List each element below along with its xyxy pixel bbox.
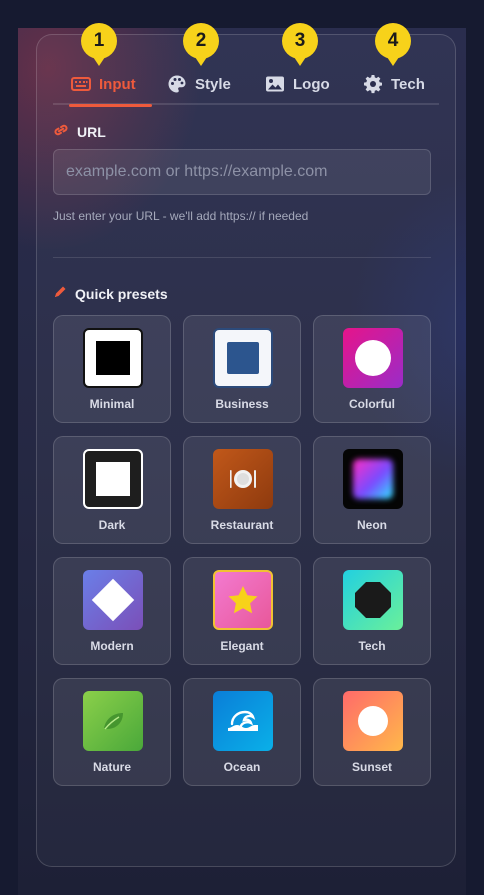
step-badge-2: 2 <box>183 23 219 66</box>
sunset-preset-icon <box>343 691 403 751</box>
tab-input-label: Input <box>99 75 136 93</box>
restaurant-preset-icon <box>213 449 273 509</box>
preset-elegant[interactable]: Elegant <box>183 557 301 665</box>
gear-icon <box>363 74 383 94</box>
preset-ocean[interactable]: Ocean <box>183 678 301 786</box>
url-input[interactable] <box>53 149 431 195</box>
preset-modern[interactable]: Modern <box>53 557 171 665</box>
tab-logo[interactable]: Logo <box>265 63 330 105</box>
tab-tech-label: Tech <box>391 75 425 93</box>
palette-icon <box>167 74 187 94</box>
pencil-icon <box>53 285 67 302</box>
ocean-preset-icon <box>213 691 273 751</box>
step-badge-1: 1 <box>81 23 117 66</box>
step-badge-3: 3 <box>282 23 318 66</box>
presets-section-label: Quick presets <box>53 285 168 302</box>
tab-logo-label: Logo <box>293 75 330 93</box>
business-preset-icon <box>213 328 273 388</box>
minimal-preset-icon <box>83 328 143 388</box>
tab-style[interactable]: Style <box>167 63 231 105</box>
preset-dark[interactable]: Dark <box>53 436 171 544</box>
presets-grid: Minimal Business Colorful Dark Restauran… <box>53 315 431 787</box>
modern-preset-icon <box>83 570 143 630</box>
section-divider <box>53 257 431 258</box>
tab-bar: Input Style Logo Tech <box>53 63 439 107</box>
preset-nature[interactable]: Nature <box>53 678 171 786</box>
preset-minimal[interactable]: Minimal <box>53 315 171 423</box>
elegant-preset-icon <box>213 570 273 630</box>
preset-tech[interactable]: Tech <box>313 557 431 665</box>
tab-input[interactable]: Input <box>69 63 152 107</box>
neon-preset-icon <box>343 449 403 509</box>
preset-neon[interactable]: Neon <box>313 436 431 544</box>
preset-sunset[interactable]: Sunset <box>313 678 431 786</box>
image-icon <box>265 74 285 94</box>
dark-preset-icon <box>83 449 143 509</box>
tab-tech[interactable]: Tech <box>363 63 425 105</box>
link-icon <box>53 123 69 140</box>
tech-preset-icon <box>343 570 403 630</box>
nature-preset-icon <box>83 691 143 751</box>
url-section-label: URL <box>53 123 106 140</box>
preset-restaurant[interactable]: Restaurant <box>183 436 301 544</box>
preset-colorful[interactable]: Colorful <box>313 315 431 423</box>
keyboard-icon <box>71 74 91 94</box>
url-hint: Just enter your URL - we'll add https://… <box>53 209 309 223</box>
colorful-preset-icon <box>343 328 403 388</box>
qr-settings-panel: Input Style Logo Tech 1 2 3 4 URL exampl… <box>36 23 456 867</box>
step-badge-4: 4 <box>375 23 411 66</box>
preset-business[interactable]: Business <box>183 315 301 423</box>
tab-style-label: Style <box>195 75 231 93</box>
